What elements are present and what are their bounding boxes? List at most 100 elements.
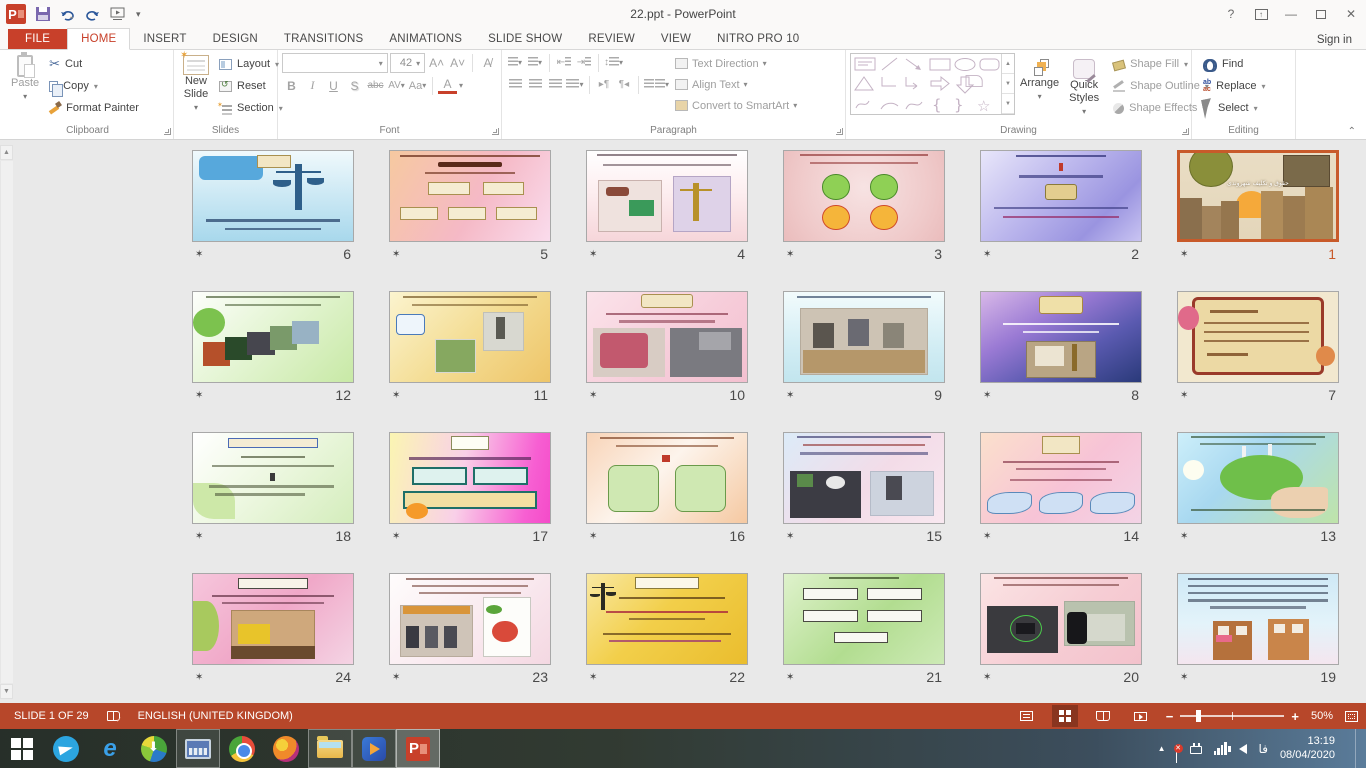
zoom-in-button[interactable]: + xyxy=(1291,709,1299,724)
slide-thumbnail[interactable] xyxy=(389,432,551,524)
taskbar-powerpoint[interactable]: P xyxy=(396,729,440,768)
font-size-combo[interactable]: 42▾ xyxy=(390,53,425,73)
underline-button[interactable]: U xyxy=(324,76,343,95)
taskbar-clock[interactable]: 13:19 08/04/2020 xyxy=(1280,735,1335,762)
tab-slide-show[interactable]: SLIDE SHOW xyxy=(475,29,575,49)
tab-insert[interactable]: INSERT xyxy=(130,29,199,49)
shapes-gallery[interactable]: { } ☆ ▲▼▼ xyxy=(850,53,1015,115)
taskbar-firefox[interactable] xyxy=(264,729,308,768)
right-to-left-direction-button[interactable]: ¶◂ xyxy=(615,75,633,94)
replace-button[interactable]: abacReplace▾ xyxy=(1200,75,1269,97)
tab-review[interactable]: REVIEW xyxy=(575,29,648,49)
bold-button[interactable]: B xyxy=(282,76,301,95)
drawing-dialog-launcher[interactable] xyxy=(1182,128,1189,135)
spell-check-icon[interactable] xyxy=(107,711,120,721)
tab-transitions[interactable]: TRANSITIONS xyxy=(271,29,377,49)
slide-thumbnail[interactable] xyxy=(783,150,945,242)
clipboard-dialog-launcher[interactable] xyxy=(164,128,171,135)
taskbar-download-manager[interactable] xyxy=(132,729,176,768)
convert-to-smartart-button[interactable]: Convert to SmartArt▾ xyxy=(675,95,797,116)
zoom-percentage[interactable]: 50% xyxy=(1311,710,1333,722)
tab-animations[interactable]: ANIMATIONS xyxy=(376,29,475,49)
justify-button[interactable]: ▾ xyxy=(566,75,584,94)
slide-thumbnail[interactable] xyxy=(1177,291,1339,383)
slide-thumbnail[interactable] xyxy=(1177,573,1339,665)
change-case-button[interactable]: Aa▾ xyxy=(408,76,427,95)
slide-show-button[interactable] xyxy=(1128,705,1154,727)
decrease-indent-button[interactable]: ⇤ xyxy=(555,53,573,72)
text-direction-button[interactable]: Text Direction▾ xyxy=(675,53,797,74)
slide-thumbnail[interactable] xyxy=(980,291,1142,383)
zoom-slider-thumb[interactable] xyxy=(1196,710,1201,722)
slide-thumbnail[interactable] xyxy=(192,432,354,524)
shapes-gallery-scrollbar[interactable]: ▲▼▼ xyxy=(1001,54,1014,114)
font-name-combo[interactable]: ▾ xyxy=(282,53,388,73)
italic-button[interactable]: I xyxy=(303,76,322,95)
slide-thumbnail[interactable] xyxy=(1177,432,1339,524)
hidden-icons-chevron[interactable]: ▲ xyxy=(1158,744,1166,753)
new-slide-button[interactable]: New Slide ▾ xyxy=(178,53,214,116)
quick-styles-button[interactable]: Quick Styles ▾ xyxy=(1064,53,1104,120)
taskbar-internet-explorer[interactable]: e xyxy=(88,729,132,768)
ribbon-display-options-button[interactable]: ↑ xyxy=(1246,0,1276,28)
slide-thumbnail[interactable] xyxy=(980,150,1142,242)
scroll-up-button[interactable]: ▲ xyxy=(0,145,13,160)
language-label[interactable]: ENGLISH (UNITED KINGDOM) xyxy=(138,710,293,722)
slide-thumbnail[interactable] xyxy=(389,291,551,383)
paste-button[interactable]: Paste▾ xyxy=(6,53,44,105)
start-button[interactable] xyxy=(0,729,44,768)
slide-thumbnail[interactable] xyxy=(192,291,354,383)
reset-button[interactable]: Reset xyxy=(216,75,286,97)
slide-thumbnail[interactable] xyxy=(783,432,945,524)
find-button[interactable]: Find xyxy=(1200,53,1269,75)
start-from-beginning-button[interactable] xyxy=(110,7,126,21)
slide-thumbnail[interactable] xyxy=(586,432,748,524)
taskbar-telegram[interactable] xyxy=(44,729,88,768)
power-plug-icon[interactable] xyxy=(1190,746,1202,754)
slide-thumbnail[interactable] xyxy=(586,573,748,665)
slide-thumbnail[interactable] xyxy=(783,573,945,665)
cut-button[interactable]: ✂Cut xyxy=(46,53,142,75)
sign-in-link[interactable]: Sign in xyxy=(1317,34,1352,49)
bullets-button[interactable]: ▾ xyxy=(506,53,524,72)
close-button[interactable]: ✕ xyxy=(1336,0,1366,28)
increase-font-size-button[interactable]: A˄ xyxy=(427,54,446,73)
zoom-slider[interactable] xyxy=(1180,715,1284,717)
select-button[interactable]: Select▾ xyxy=(1200,97,1269,119)
minimize-button[interactable]: — xyxy=(1276,0,1306,28)
slide-sorter-view-button[interactable] xyxy=(1052,705,1078,727)
columns-button[interactable]: ▾ xyxy=(644,75,669,94)
save-button[interactable] xyxy=(36,7,50,21)
decrease-font-size-button[interactable]: A˅ xyxy=(448,54,467,73)
show-desktop-button[interactable] xyxy=(1355,729,1360,768)
zoom-out-button[interactable]: − xyxy=(1166,709,1174,724)
align-center-button[interactable] xyxy=(526,75,544,94)
slide-thumbnail[interactable] xyxy=(192,573,354,665)
slide-thumbnail[interactable] xyxy=(389,150,551,242)
slide-thumbnail[interactable] xyxy=(192,150,354,242)
help-button[interactable]: ? xyxy=(1216,0,1246,28)
font-color-button[interactable]: A xyxy=(438,78,457,94)
input-language-indicator[interactable]: فا xyxy=(1259,742,1268,756)
slide-thumbnail[interactable] xyxy=(980,432,1142,524)
clear-formatting-button[interactable]: A̸ xyxy=(478,54,497,73)
slide-thumbnail[interactable] xyxy=(783,291,945,383)
scrollbar-track[interactable] xyxy=(0,161,13,683)
line-spacing-button[interactable]: ↕▾ xyxy=(604,53,623,72)
network-signal-icon[interactable] xyxy=(1214,742,1227,755)
normal-view-button[interactable] xyxy=(1014,705,1040,727)
copy-button[interactable]: Copy▾ xyxy=(46,75,142,97)
left-to-right-direction-button[interactable]: ▸¶ xyxy=(595,75,613,94)
taskbar-onscreen-keyboard[interactable] xyxy=(176,729,220,768)
slide-thumbnail[interactable] xyxy=(980,573,1142,665)
character-spacing-button[interactable]: AV▾ xyxy=(387,76,406,95)
layout-button[interactable]: Layout▾ xyxy=(216,53,286,75)
speaker-icon[interactable] xyxy=(1239,744,1247,754)
customize-qat-button[interactable]: ▾ xyxy=(136,9,141,20)
font-dialog-launcher[interactable] xyxy=(492,128,499,135)
redo-button[interactable] xyxy=(86,8,100,21)
paragraph-dialog-launcher[interactable] xyxy=(836,128,843,135)
align-text-button[interactable]: Align Text▾ xyxy=(675,74,797,95)
taskbar-file-explorer[interactable] xyxy=(308,729,352,768)
slide-thumbnail[interactable] xyxy=(586,150,748,242)
